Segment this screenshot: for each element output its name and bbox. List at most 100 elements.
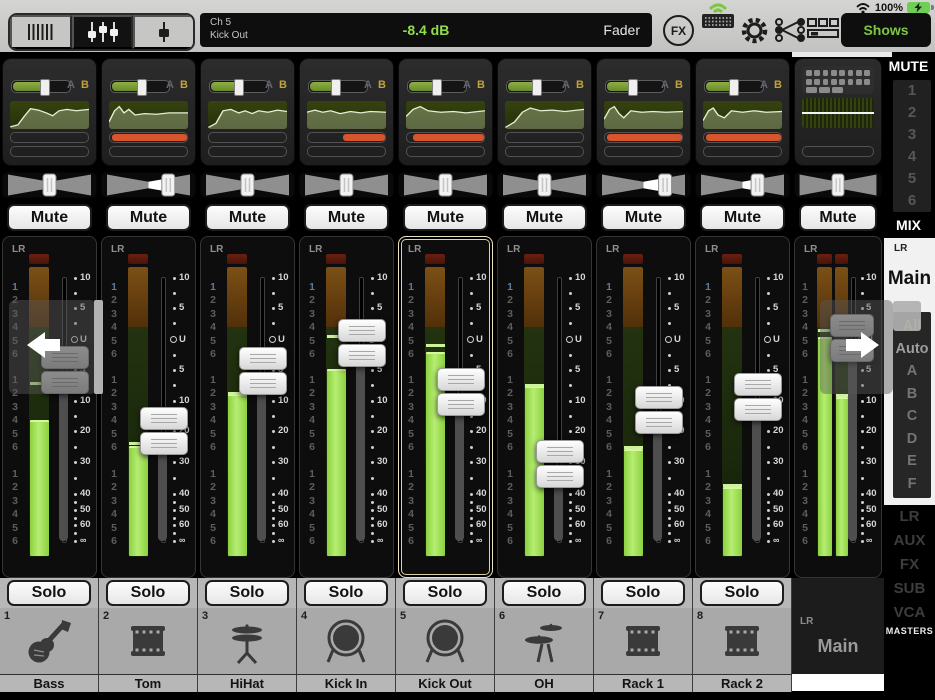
channel-name[interactable]: Tom [99, 674, 198, 692]
channel-processing-thumbnail[interactable]: AB [200, 58, 295, 166]
mute-group-3[interactable]: 3 [893, 124, 931, 146]
channel-icon-button[interactable]: 4 [297, 608, 396, 674]
eq-b-button[interactable]: B [81, 79, 89, 91]
mute-button[interactable]: Mute [601, 204, 686, 231]
eq-curve-thumbnail[interactable] [109, 101, 188, 129]
channel-processing-thumbnail[interactable]: AB [596, 58, 691, 166]
fader-panel[interactable]: LR123456123456123456105U5102030405060∞ [596, 236, 691, 578]
balance-slider[interactable] [794, 172, 882, 198]
eq-b-button[interactable]: B [576, 79, 584, 91]
mute-group-6[interactable]: 6 [893, 190, 931, 212]
fx-button[interactable]: FX [663, 15, 694, 46]
channel-icon-button[interactable]: 1 [0, 608, 99, 674]
eq-b-button[interactable]: B [477, 79, 485, 91]
pan-slider[interactable] [497, 172, 592, 198]
channel-icon-button[interactable]: 5 [396, 608, 495, 674]
channel-name[interactable]: Kick In [297, 674, 396, 692]
view-faders-button[interactable] [72, 15, 134, 49]
view-group-a[interactable]: A [893, 360, 931, 383]
fader-cap[interactable] [536, 440, 584, 490]
master-select-button[interactable]: LRMain [792, 578, 884, 674]
channel-name[interactable]: HiHat [198, 674, 297, 692]
channel-name[interactable]: OH [495, 674, 594, 692]
eq-a-button[interactable]: A [760, 79, 768, 91]
fader-cap[interactable] [734, 373, 782, 423]
gain-slider-handle[interactable] [729, 79, 739, 96]
channel-name[interactable]: Rack 2 [693, 674, 792, 692]
master-type-aux[interactable]: AUX [884, 529, 935, 553]
shows-button[interactable]: Shows [841, 13, 931, 47]
mute-group-2[interactable]: 2 [893, 102, 931, 124]
fader-track-lower[interactable] [257, 372, 266, 541]
master-type-lr[interactable]: LR [884, 505, 935, 529]
solo-button[interactable]: Solo [502, 580, 586, 606]
eq-a-button[interactable]: A [562, 79, 570, 91]
view-group-f[interactable]: F [893, 473, 931, 496]
mute-group-4[interactable]: 4 [893, 146, 931, 168]
fader-panel[interactable]: LR123456123456123456105U5102030405060∞ [398, 236, 493, 578]
fader-cap[interactable] [239, 347, 287, 397]
gain-slider-handle[interactable] [331, 79, 341, 96]
channel-name[interactable]: Rack 1 [594, 674, 693, 692]
mute-button[interactable]: Mute [403, 204, 488, 231]
view-meters-button[interactable] [10, 15, 72, 49]
channel-icon-button[interactable]: 6 [495, 608, 594, 674]
mix-main-label[interactable]: Main [884, 268, 935, 290]
mute-button[interactable]: Mute [304, 204, 389, 231]
solo-button[interactable]: Solo [700, 580, 784, 606]
gain-slider[interactable] [407, 80, 467, 93]
gain-slider[interactable] [506, 80, 566, 93]
pan-handle[interactable] [538, 174, 551, 196]
fader-panel[interactable]: LR123456123456123456105U5102030405060∞ [101, 236, 196, 578]
solo-button[interactable]: Solo [7, 580, 91, 606]
pan-slider[interactable] [398, 172, 493, 198]
channel-strip-7[interactable]: AB Mute LR123456123456123456105U5102030405… [594, 52, 693, 700]
gain-slider-handle[interactable] [432, 79, 442, 96]
midi-wifi-button[interactable] [701, 0, 735, 33]
solo-button[interactable]: Solo [601, 580, 685, 606]
eq-a-button[interactable]: A [265, 79, 273, 91]
pan-slider[interactable] [695, 172, 790, 198]
eq-b-button[interactable]: B [279, 79, 287, 91]
eq-a-button[interactable]: A [364, 79, 372, 91]
channel-strip-3[interactable]: ABMuteLR123456123456123456105U5102030405… [198, 52, 297, 700]
view-group-auto[interactable]: Auto [893, 338, 931, 361]
pan-handle[interactable] [43, 174, 56, 196]
mute-button[interactable]: Mute [700, 204, 785, 231]
eq-b-button[interactable]: B [675, 79, 683, 91]
eq-curve-thumbnail[interactable] [10, 101, 89, 129]
fader-panel[interactable]: LR123456123456123456105U5102030405060∞ [200, 236, 295, 578]
patch-routing-button[interactable] [773, 17, 807, 46]
master-processing-thumbnail[interactable] [794, 58, 882, 166]
eq-curve-thumbnail[interactable] [505, 101, 584, 129]
gain-slider[interactable] [308, 80, 368, 93]
view-group-e[interactable]: E [893, 450, 931, 473]
gain-slider-handle[interactable] [40, 79, 50, 96]
gain-slider[interactable] [704, 80, 764, 93]
eq-curve-thumbnail[interactable] [703, 101, 782, 129]
gain-slider[interactable] [209, 80, 269, 93]
master-type-sub[interactable]: SUB [884, 577, 935, 601]
channel-name[interactable]: Kick Out [396, 674, 495, 692]
swipe-right-overlay[interactable] [820, 300, 893, 394]
view-single-fader-button[interactable] [133, 15, 193, 49]
geq-keyboard-thumbnail[interactable] [802, 66, 874, 94]
swipe-right-tab[interactable] [893, 301, 921, 331]
pan-handle[interactable] [241, 174, 254, 196]
fader-track-lower[interactable] [356, 344, 365, 541]
channel-icon-button[interactable]: 7 [594, 608, 693, 674]
fader-cap[interactable] [437, 368, 485, 418]
master-type-fx[interactable]: FX [884, 553, 935, 577]
channel-processing-thumbnail[interactable]: AB [2, 58, 97, 166]
eq-a-button[interactable]: A [463, 79, 471, 91]
fader-cap[interactable] [635, 386, 683, 436]
solo-button[interactable]: Solo [205, 580, 289, 606]
gain-slider[interactable] [110, 80, 170, 93]
gain-slider-handle[interactable] [532, 79, 542, 96]
fader-panel[interactable]: LR123456123456123456105U5102030405060∞ [299, 236, 394, 578]
eq-curve-thumbnail[interactable] [604, 101, 683, 129]
channel-processing-thumbnail[interactable]: AB [101, 58, 196, 166]
fader-panel[interactable]: LR123456123456123456105U5102030405060∞ [497, 236, 592, 578]
pan-handle[interactable] [439, 174, 452, 196]
mute-button[interactable]: Mute [502, 204, 587, 231]
